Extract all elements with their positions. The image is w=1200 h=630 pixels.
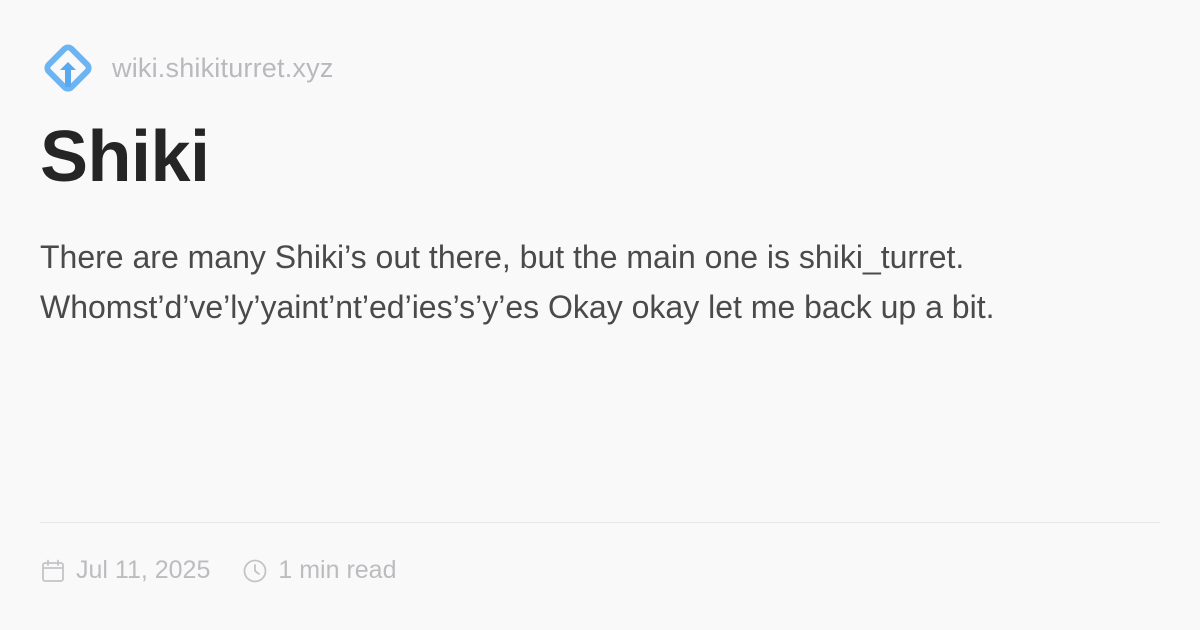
calendar-icon: [42, 559, 64, 582]
site-header[interactable]: wiki.shikiturret.xyz: [40, 40, 334, 96]
page-title: Shiki: [40, 117, 210, 197]
og-card: wiki.shikiturret.xyz Shiki There are man…: [0, 0, 1200, 630]
article-meta: Jul 11, 2025 1 min read: [40, 556, 397, 585]
publish-date: Jul 11, 2025: [40, 556, 210, 585]
site-domain: wiki.shikiturret.xyz: [112, 52, 334, 83]
publish-date-text: Jul 11, 2025: [76, 556, 211, 584]
divider: [40, 522, 1160, 523]
article-description: There are many Shiki’s out there, but th…: [40, 239, 995, 325]
read-time-text: 1 min read: [278, 556, 397, 584]
diamond-arrow-logo-icon: [44, 44, 92, 92]
clock-icon: [243, 559, 267, 582]
read-time: 1 min read: [242, 556, 397, 585]
